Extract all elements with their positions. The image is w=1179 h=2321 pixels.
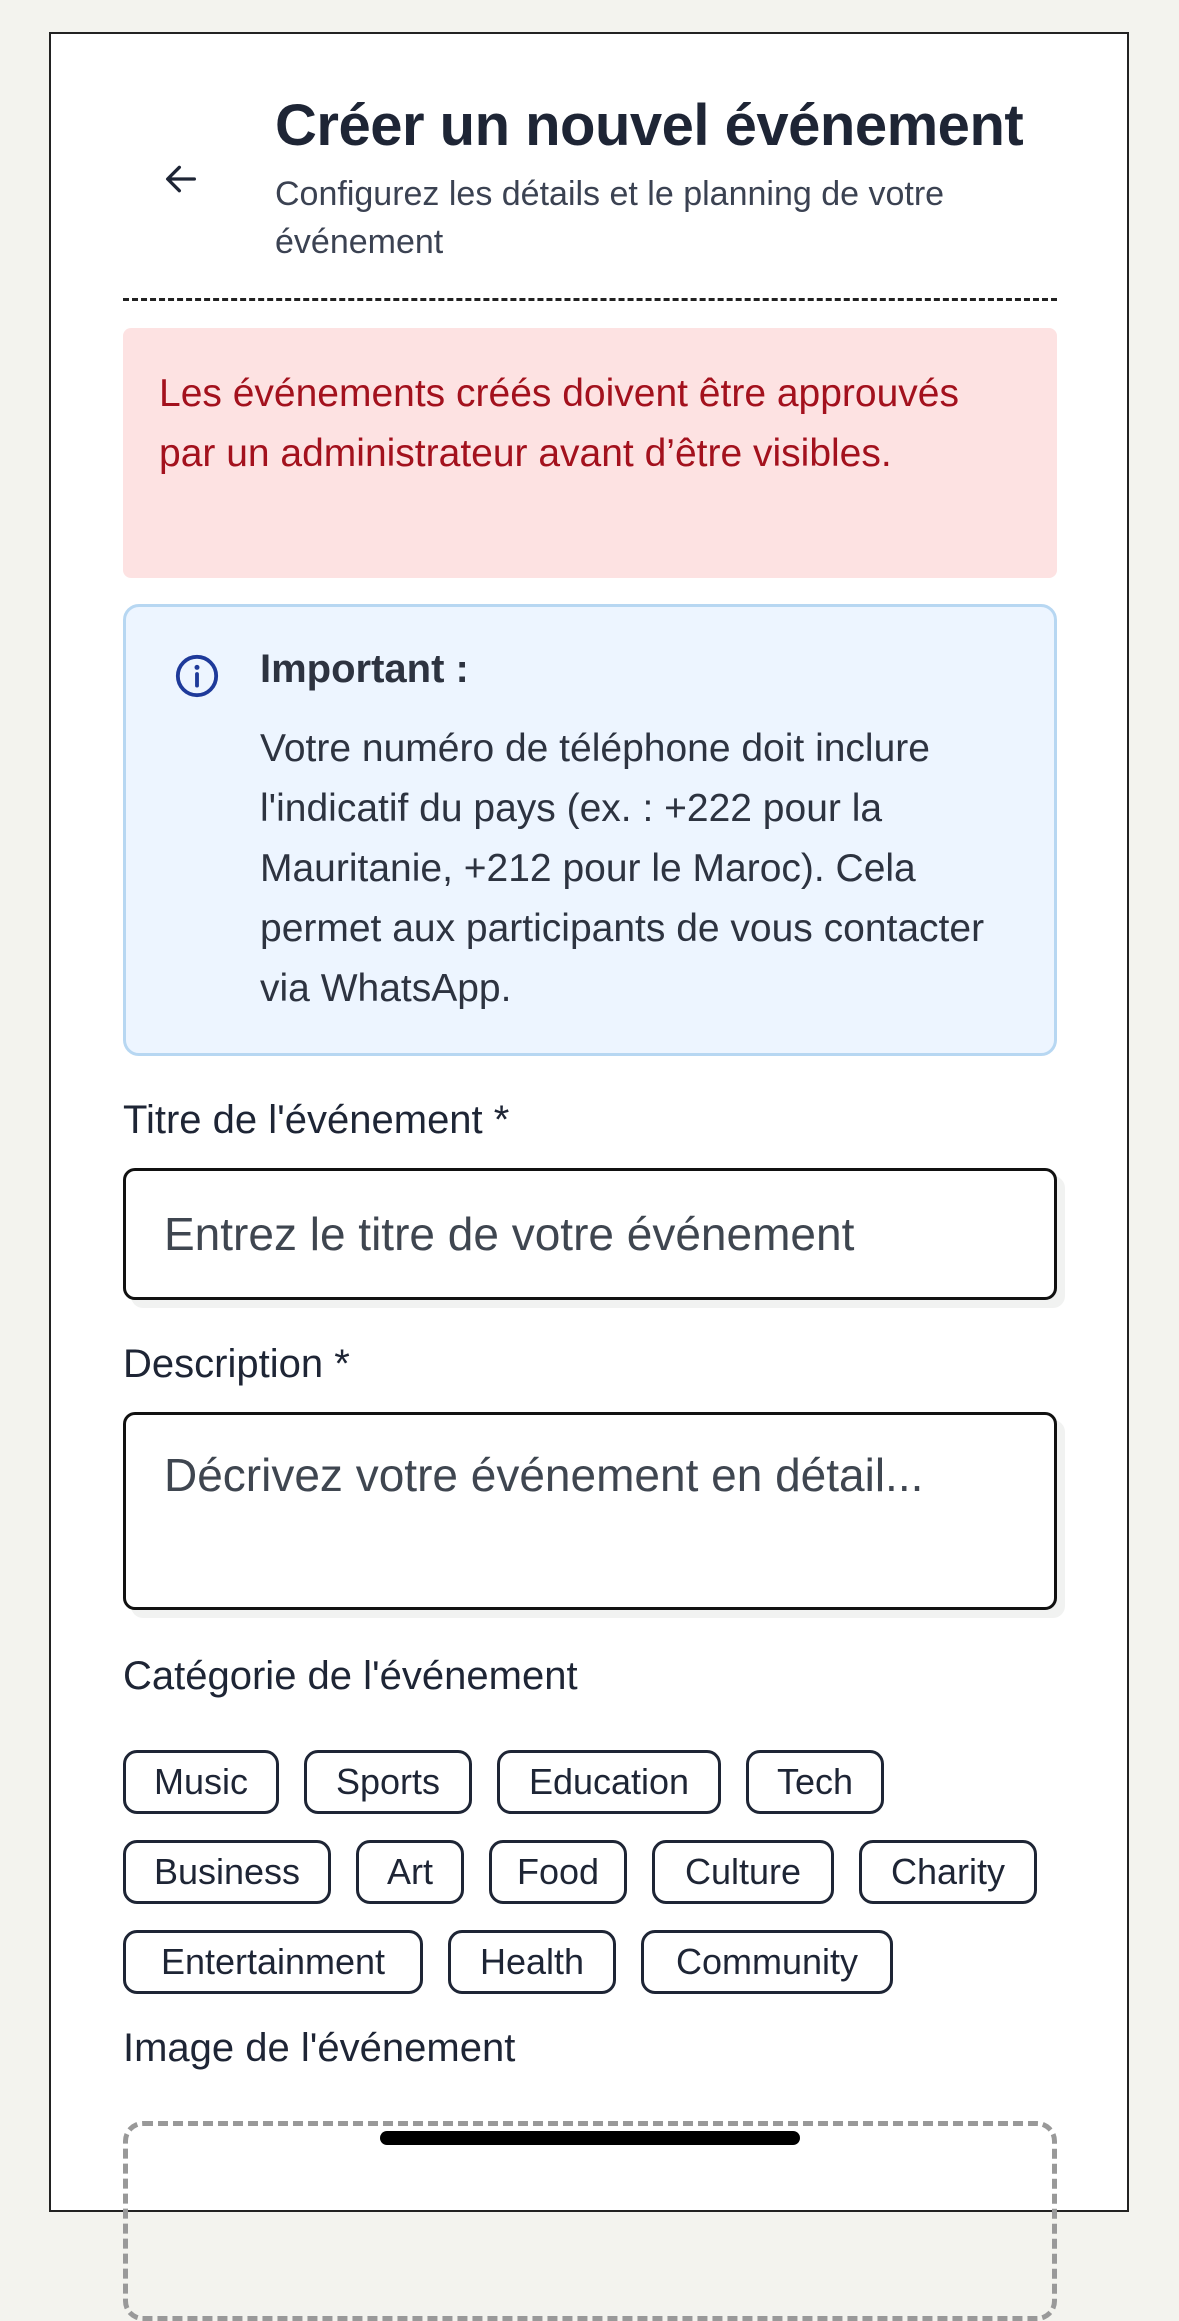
- category-chip-music[interactable]: Music: [123, 1750, 279, 1814]
- category-chip-culture[interactable]: Culture: [652, 1840, 834, 1904]
- arrow-left-icon: [166, 165, 196, 193]
- image-label: Image de l'événement: [123, 2026, 516, 2070]
- header-divider: [123, 298, 1057, 301]
- approval-alert-text: Les événements créés doivent être approu…: [159, 372, 959, 475]
- page-frame: Créer un nouvel événement Configurez les…: [49, 32, 1129, 2321]
- info-icon: [175, 654, 219, 698]
- category-chip-community[interactable]: Community: [641, 1930, 893, 1994]
- image-upload-area[interactable]: [123, 2121, 1057, 2321]
- category-chip-tech[interactable]: Tech: [746, 1750, 884, 1814]
- category-chip-food[interactable]: Food: [489, 1840, 627, 1904]
- category-chip-sports[interactable]: Sports: [304, 1750, 472, 1814]
- event-description-input[interactable]: [123, 1412, 1057, 1610]
- description-label: Description *: [123, 1342, 350, 1386]
- category-chip-health[interactable]: Health: [448, 1930, 616, 1994]
- page-title: Créer un nouvel événement: [275, 93, 1024, 158]
- info-alert-body: Votre numéro de téléphone doit inclure l…: [260, 727, 985, 1010]
- category-chip-charity[interactable]: Charity: [859, 1840, 1037, 1904]
- category-chip-entertainment[interactable]: Entertainment: [123, 1930, 423, 1994]
- info-alert: Important : Votre numéro de téléphone do…: [123, 604, 1057, 1056]
- category-chip-education[interactable]: Education: [497, 1750, 721, 1814]
- header: Créer un nouvel événement Configurez les…: [51, 34, 1127, 304]
- info-alert-title: Important :: [260, 647, 469, 691]
- category-chip-business[interactable]: Business: [123, 1840, 331, 1904]
- page-subtitle: Configurez les détails et le planning de…: [275, 175, 945, 261]
- category-label: Catégorie de l'événement: [123, 1654, 578, 1698]
- approval-alert: Les événements créés doivent être approu…: [123, 328, 1057, 578]
- title-label: Titre de l'événement *: [123, 1098, 510, 1142]
- category-chip-art[interactable]: Art: [356, 1840, 464, 1904]
- home-indicator: [380, 2131, 800, 2145]
- event-title-input[interactable]: [123, 1168, 1057, 1300]
- back-button[interactable]: [151, 149, 211, 209]
